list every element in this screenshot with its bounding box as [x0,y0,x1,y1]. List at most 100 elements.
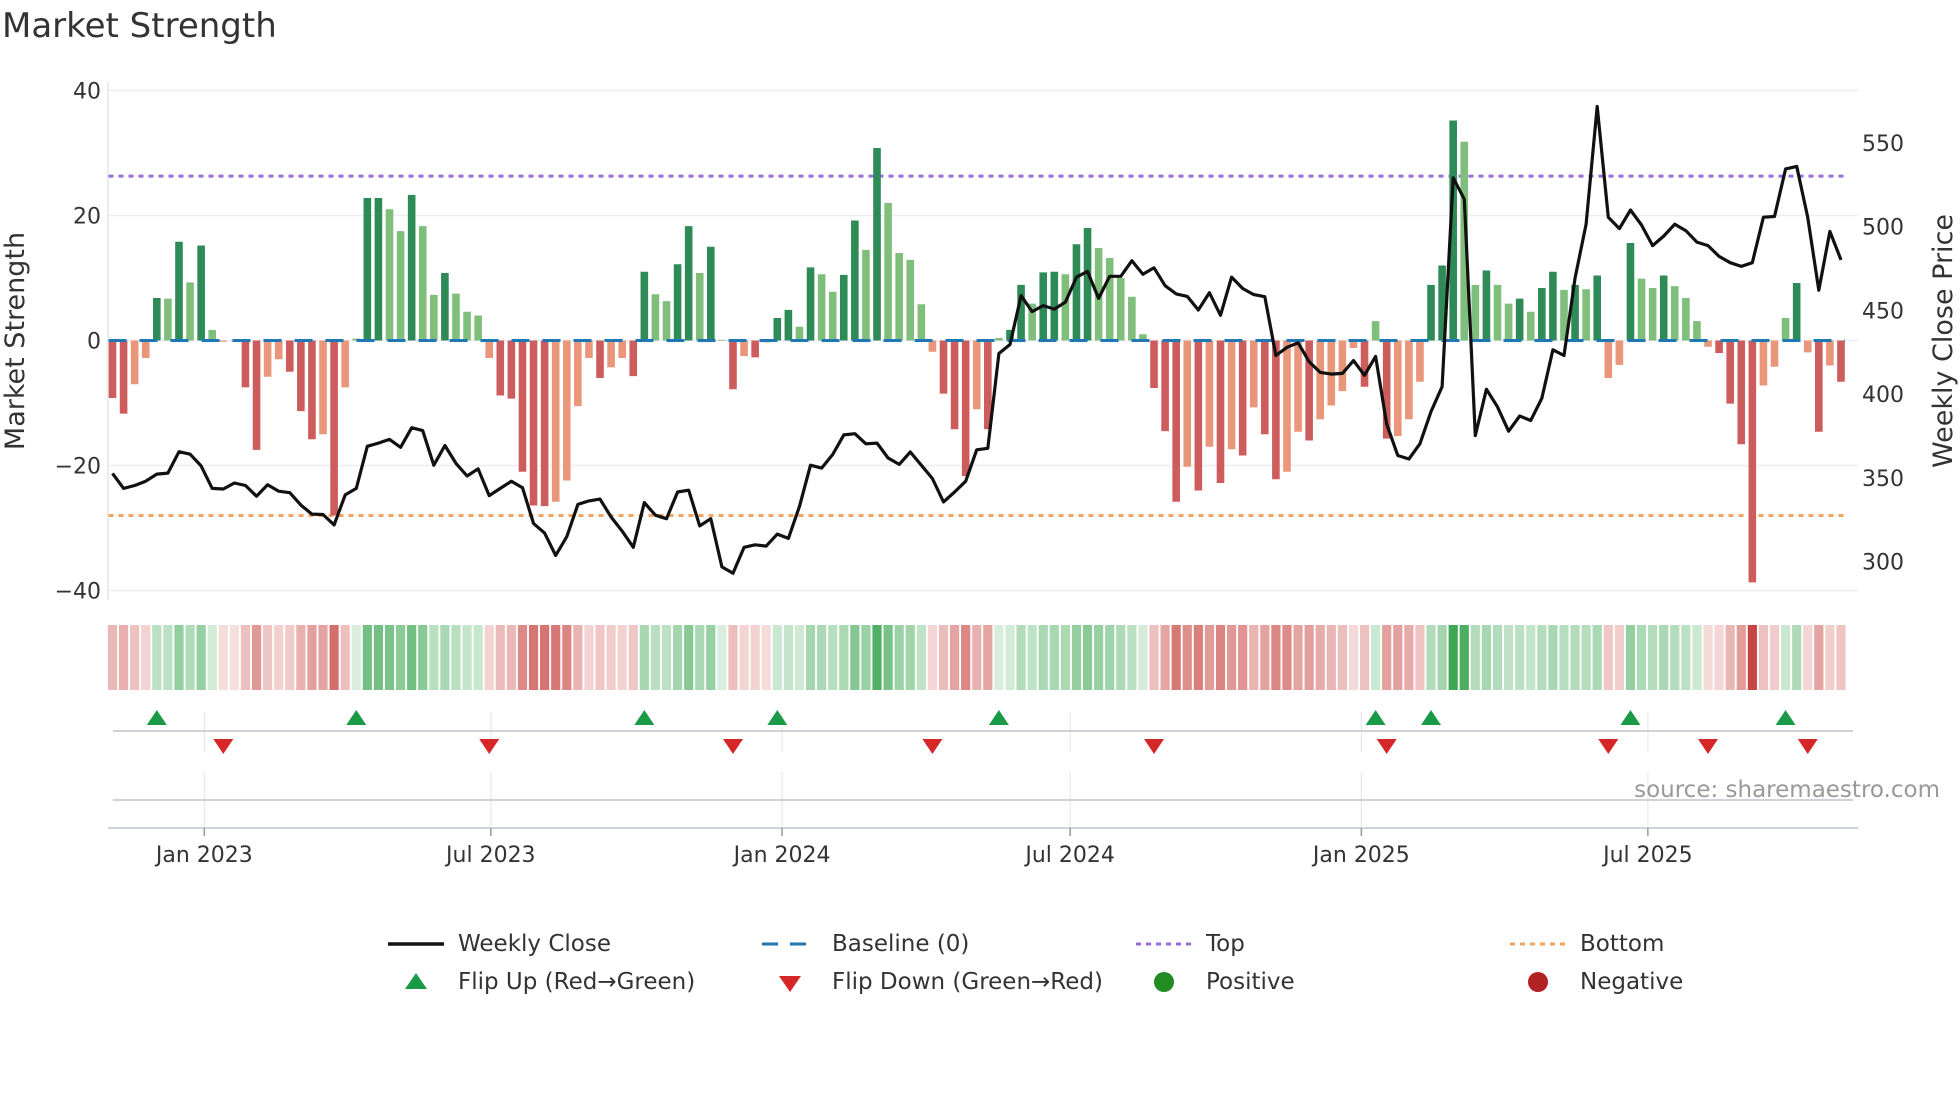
strength-bar [1549,271,1557,341]
strength-heat-cell [938,625,949,690]
flip-up-marker [1365,710,1386,725]
flip-up-marker [346,710,367,725]
strength-bar [1626,243,1635,341]
strength-bar [529,340,538,506]
strength-bar [1682,298,1690,341]
legend-baseline[interactable]: Baseline (0) [760,927,969,961]
strength-bar [784,309,793,341]
strength-heat-cell [739,625,749,690]
strength-heat-cell [1293,625,1303,690]
flip-down-marker [1698,739,1719,754]
x-tick-label: Jan 2025 [1311,843,1410,868]
strength-heat-cell [163,625,173,690]
strength-bar [828,291,837,341]
strength-bar [418,226,427,341]
strength-heat-cell [1016,625,1026,690]
strength-heat-cell [1714,625,1724,690]
y-axis-title: Market Strength [0,232,31,450]
strength-heat-cell [584,625,594,690]
strength-bar [1670,286,1679,341]
strength-heat-cell [1260,625,1270,690]
strength-bar [363,198,372,341]
legend-top[interactable]: Top [1134,927,1245,961]
strength-heat-cell [883,625,893,690]
strength-heat-cell [1149,625,1159,690]
strength-heat-cell [274,625,284,690]
strength-heat-cell [1337,625,1347,690]
strength-heat-cell [1526,625,1536,690]
strength-bar [474,315,482,341]
strength-heat-cell [318,625,328,690]
y2-tick-label: 550 [1862,132,1904,157]
strength-bar [507,340,516,399]
strength-bar [729,340,737,390]
legend-positive[interactable]: Positive [1134,965,1295,999]
strength-heat-cell [728,625,738,690]
strength-bar [551,340,560,502]
strength-bar [695,273,704,341]
strength-heat-cell [152,625,162,690]
strength-heat-cell [1249,625,1259,690]
strength-heat-cell [949,625,960,690]
strength-heat-cell [484,625,494,690]
strength-heat-cell [606,625,616,690]
strength-heat-cell [1127,625,1137,690]
strength-heat-cell [1271,625,1281,690]
strength-bar [1316,340,1325,420]
strength-bar [1261,340,1269,435]
strength-bar [330,340,338,516]
strength-heat-cell [251,625,262,690]
legend-flip-up[interactable]: Flip Up (Red→Green) [386,965,695,999]
strength-bar [241,340,250,388]
strength-bar [1515,298,1524,341]
legend-bottom[interactable]: Bottom [1508,927,1664,961]
strength-bar [1249,340,1258,408]
strength-bar [1471,284,1480,341]
strength-bar [319,340,327,435]
flip-down-marker [1144,739,1165,754]
strength-bar [950,340,959,430]
strength-bar [673,264,682,341]
x-tick-label: Jul 2023 [444,843,536,868]
strength-bar [562,340,571,481]
strength-heat-cell [473,625,483,690]
strength-heat-cell [1060,625,1070,690]
y-tick-label: −20 [55,455,101,480]
y-tick-label: 20 [73,205,101,230]
strength-heat-cell [650,625,661,690]
legend-negative[interactable]: Negative [1508,965,1683,999]
strength-heat-cell [285,625,295,690]
strength-bar [1726,340,1734,404]
strength-bar [1826,340,1834,366]
strength-bar [1371,321,1380,341]
strength-bar [917,304,926,341]
strength-heat-cell [329,625,339,690]
strength-heat-cell [1005,625,1015,690]
y-tick-label: 0 [87,330,101,355]
strength-heat-cell [1503,625,1514,690]
strength-bar [1360,340,1369,387]
strength-bar [540,340,549,507]
strength-bar [496,340,505,396]
strength-bar [596,340,604,378]
strength-heat-cell [1836,625,1846,690]
strength-bar [219,340,228,342]
strength-heat-cell [1559,625,1569,690]
strength-heat-cell [972,625,982,690]
strength-bar [906,259,915,341]
strength-heat-cell [1769,625,1780,690]
strength-heat-cell [1614,625,1624,690]
strength-bar [1294,340,1302,432]
strength-heat-cell [1736,625,1746,690]
strength-heat-cell [983,625,993,690]
strength-bar [718,339,726,341]
legend-label: Negative [1580,969,1684,995]
line-swatch-icon [388,942,444,946]
strength-bar [1116,278,1125,341]
strength-heat-cell [1415,625,1425,690]
strength-bar [740,340,748,357]
legend-weekly-close[interactable]: Weekly Close [386,927,611,961]
strength-heat-cell [872,625,882,690]
legend-flip-down[interactable]: Flip Down (Green→Red) [760,965,1103,999]
strength-heat-cell [141,625,151,690]
